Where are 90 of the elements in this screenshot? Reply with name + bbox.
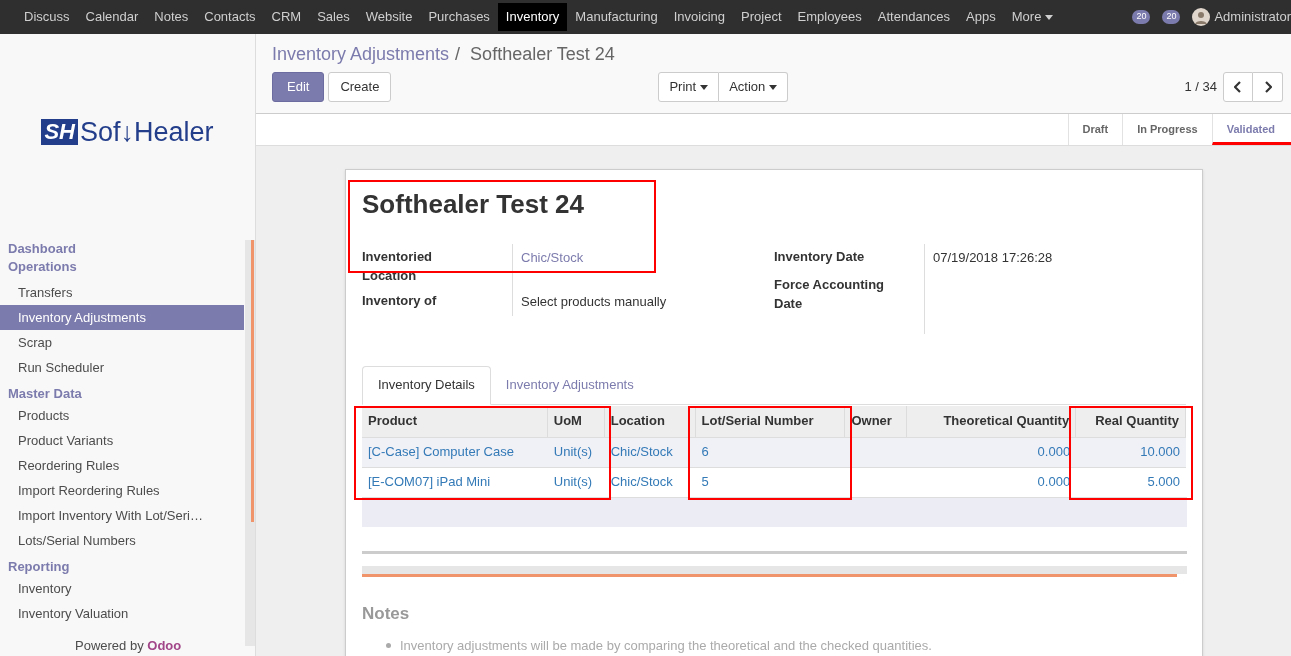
table-cell-text: [E-COM07] iPad Mini xyxy=(368,473,491,492)
field-value: Select products manually xyxy=(521,294,667,309)
app-menu-item[interactable]: Contacts xyxy=(196,3,264,31)
field-label: Inventory Date xyxy=(774,248,866,266)
form-tab[interactable]: Inventory Details xyxy=(362,365,491,405)
menu-item[interactable]: Products xyxy=(0,403,244,428)
app-menu-item[interactable]: Website xyxy=(357,3,421,31)
app-menu-item[interactable]: Purchases xyxy=(420,3,498,31)
activity-badge[interactable]: 20 xyxy=(1132,10,1151,24)
breadcrumb-current: Softhealer Test 24 xyxy=(470,43,615,66)
app-menu-item[interactable]: Project xyxy=(733,3,790,31)
scrollbar-thumb[interactable] xyxy=(251,240,254,522)
field-label: Inventoried Location xyxy=(362,248,434,285)
menu-item[interactable]: Lots/Serial Numbers xyxy=(0,528,244,553)
chevron-right-icon xyxy=(1263,81,1272,93)
app-menu-item[interactable]: Calendar xyxy=(77,3,147,31)
note-text: Inventory adjustments will be made by comparing the theoretical and the checked quantities. xyxy=(400,637,932,655)
create-button[interactable]: Create xyxy=(328,72,392,102)
app-menu-item[interactable]: Invoicing xyxy=(665,3,734,31)
menu-item[interactable]: Scrap xyxy=(0,330,244,355)
column-header[interactable]: Product xyxy=(362,405,548,437)
menu-item[interactable]: Transfers xyxy=(0,280,244,305)
caret-icon xyxy=(769,84,778,90)
table-cell-text: [C-Case] Computer Case xyxy=(368,443,514,462)
app-menu-item[interactable]: Sales xyxy=(309,3,358,31)
app-menu-item[interactable]: Notes xyxy=(146,3,197,31)
odoo-link[interactable]: Odoo xyxy=(147,638,182,653)
menu-item[interactable]: Run Scheduler xyxy=(0,355,244,380)
breadcrumb-separator: / xyxy=(455,43,461,66)
bullet-icon xyxy=(386,643,391,649)
column-header[interactable]: Theoretical Quantity xyxy=(907,405,1077,437)
table-cell-text: Chic/Stock xyxy=(610,473,673,492)
menu-item[interactable]: Import Reordering Rules xyxy=(0,478,244,503)
field-label: Force Accounting Date xyxy=(774,275,886,313)
caret-icon xyxy=(1045,14,1054,20)
app-menu-item[interactable]: Attendances xyxy=(869,3,959,31)
previous-button[interactable] xyxy=(1223,72,1253,102)
message-badge[interactable]: 20 xyxy=(1162,10,1181,24)
table-cell-text: Chic/Stock xyxy=(610,443,673,462)
caret-icon xyxy=(700,84,709,90)
edit-button[interactable]: Edit xyxy=(272,72,325,102)
menu-section-title[interactable]: Reporting xyxy=(0,558,244,576)
menu-section-title[interactable]: Operations xyxy=(0,258,244,276)
menu-section-title[interactable]: Master Data xyxy=(0,385,244,403)
location-link[interactable]: Chic/Stock xyxy=(521,250,584,265)
action-button[interactable]: Action xyxy=(719,72,789,102)
field-value: 07/19/2018 17:26:28 xyxy=(933,250,1053,265)
app-menu-item[interactable]: Discuss xyxy=(16,3,78,31)
menu-item[interactable]: Product Variants xyxy=(0,428,244,453)
app-menu-item[interactable]: CRM xyxy=(263,3,310,31)
form-title: Softhealer Test 24 xyxy=(362,188,586,221)
breadcrumb-link[interactable]: Inventory Adjustments xyxy=(272,42,450,66)
logo-text: Sof↓Healer xyxy=(80,118,214,146)
menu-item[interactable]: Inventory xyxy=(0,576,244,601)
powered-by-text: Powered by xyxy=(75,638,145,653)
avatar-icon xyxy=(1192,8,1211,26)
app-menu-item[interactable]: More xyxy=(1003,3,1062,31)
next-button[interactable] xyxy=(1253,72,1283,102)
form-tab[interactable]: Inventory Adjustments xyxy=(490,365,649,405)
table-cell-text: 6 xyxy=(701,443,709,462)
table-cell-text: Unit(s) xyxy=(553,473,593,492)
chevron-left-icon xyxy=(1234,81,1242,93)
logo-mark: SH xyxy=(41,119,78,145)
app-menu-item[interactable]: Manufacturing xyxy=(567,3,666,31)
table-cell-text: 0.000 xyxy=(1037,473,1071,492)
app-menu-item[interactable]: Inventory xyxy=(497,3,568,31)
user-name[interactable]: Administrator xyxy=(1214,7,1291,27)
table-cell-text: Unit(s) xyxy=(553,443,593,462)
status-step[interactable]: In Progress xyxy=(1122,114,1212,145)
menu-section-title[interactable]: Dashboard xyxy=(0,240,244,258)
table-cell-text: 5 xyxy=(701,473,709,492)
table-cell-text: 5.000 xyxy=(1147,473,1180,492)
menu-item[interactable]: Inventory Adjustments xyxy=(0,305,244,330)
column-header[interactable]: Real Quantity xyxy=(1076,405,1186,437)
app-menu-item[interactable]: Employees xyxy=(789,3,870,31)
menu-item[interactable]: Reordering Rules xyxy=(0,453,244,478)
table-cell-text: 0.000 xyxy=(1037,443,1071,462)
table-cell-text: 10.000 xyxy=(1140,443,1180,462)
column-header[interactable]: UoM xyxy=(547,405,605,437)
print-button[interactable]: Print xyxy=(658,72,720,102)
app-menu-item[interactable]: Apps xyxy=(958,3,1004,31)
status-step[interactable]: Draft xyxy=(1067,114,1123,145)
menu-item[interactable]: Inventory Valuation xyxy=(0,601,244,626)
column-header[interactable]: Location xyxy=(604,405,696,437)
column-header[interactable]: Lot/Serial Number xyxy=(695,405,846,437)
menu-item[interactable]: Import Inventory With Lot/Seri… xyxy=(0,503,244,528)
pager-value: 1 / 34 xyxy=(1184,78,1217,97)
field-label: Inventory of xyxy=(362,292,438,310)
notes-title: Notes xyxy=(362,602,411,625)
column-header[interactable]: Owner xyxy=(845,405,908,437)
